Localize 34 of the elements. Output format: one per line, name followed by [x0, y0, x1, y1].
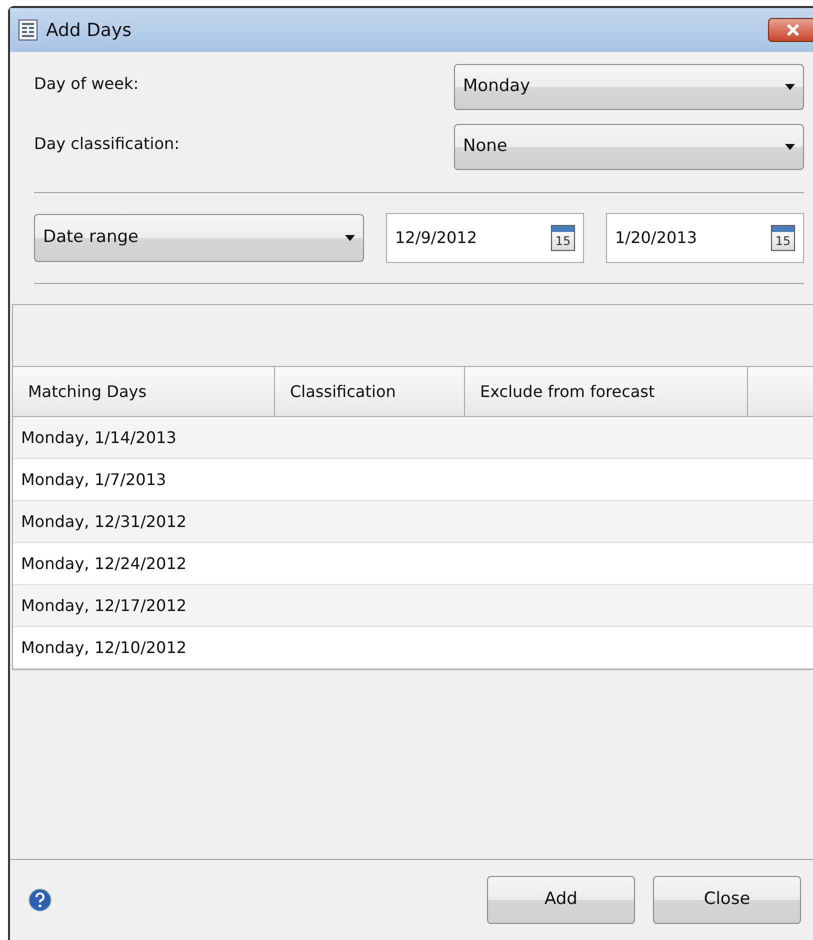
table-row[interactable]: Monday, 12/17/2012 — [13, 585, 813, 627]
column-header[interactable]: Exclude from forecast — [465, 367, 748, 416]
dialog-button[interactable]: Close — [653, 876, 801, 924]
date-field[interactable]: 12/9/2012 15 — [386, 213, 584, 263]
dropdown[interactable]: None — [454, 124, 804, 170]
dialog-button[interactable]: Add — [487, 876, 635, 924]
document-icon — [18, 19, 38, 41]
column-header[interactable]: Matching Days — [13, 367, 275, 416]
close-button[interactable] — [768, 18, 813, 42]
table-cell-text: Monday, 12/31/2012 — [20, 510, 187, 532]
table-row[interactable]: Monday, 12/10/2012 — [13, 627, 813, 669]
calendar-icon[interactable]: 15 — [551, 225, 575, 251]
table-row[interactable]: Monday, 1/7/2013 — [13, 459, 813, 501]
table-cell-text: Monday, 12/24/2012 — [20, 552, 187, 574]
column-header[interactable]: Classification — [275, 367, 465, 416]
date-field[interactable]: 1/20/2013 15 — [606, 213, 804, 263]
help-icon[interactable] — [28, 888, 52, 912]
field-label: Day classification: — [34, 133, 181, 155]
table-cell-text: Monday, 1/14/2013 — [20, 426, 176, 448]
table-cell-text: Monday, 12/17/2012 — [20, 594, 187, 616]
dropdown[interactable]: Date range — [34, 214, 364, 262]
window-title: Add Days — [46, 18, 132, 42]
caret-icon — [785, 144, 795, 150]
table-cell-text: Monday, 12/10/2012 — [20, 636, 187, 658]
table-row[interactable]: Monday, 1/14/2013 — [13, 417, 813, 459]
field-label: Day of week: — [34, 73, 140, 95]
caret-icon — [785, 84, 795, 90]
calendar-icon[interactable]: 15 — [771, 225, 795, 251]
dropdown[interactable]: Monday — [454, 64, 804, 110]
table-cell-text: Monday, 1/7/2013 — [20, 468, 166, 490]
close-icon — [785, 23, 801, 37]
caret-icon — [345, 235, 355, 241]
table-row[interactable]: Monday, 12/24/2012 — [13, 543, 813, 585]
table-row[interactable]: Monday, 12/31/2012 — [13, 501, 813, 543]
